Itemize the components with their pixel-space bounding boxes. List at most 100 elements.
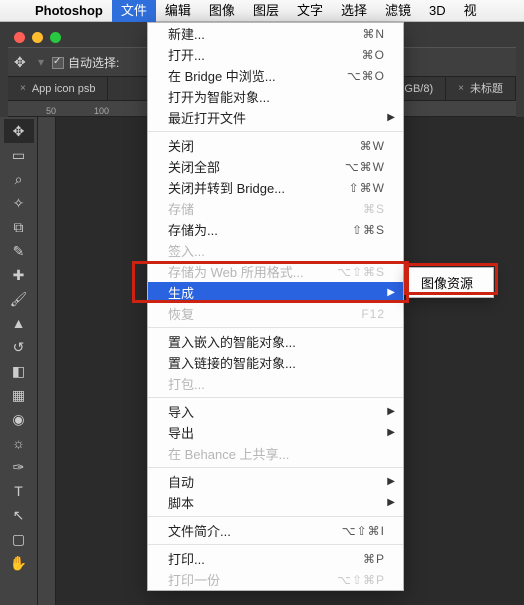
- dodge-tool-icon[interactable]: ☼: [4, 431, 34, 455]
- tab-title: App icon psb: [32, 77, 96, 101]
- path-select-icon[interactable]: ↖: [4, 503, 34, 527]
- menu-item-label: 脚本: [168, 493, 385, 512]
- submenu-arrow-icon: ▶: [387, 476, 395, 487]
- menu-item[interactable]: 关闭并转到 Bridge...⇧⌘W: [148, 177, 403, 198]
- submenu-image-assets[interactable]: 图像资源: [407, 272, 493, 293]
- menu-item: 签入...: [148, 240, 403, 261]
- lasso-tool-icon[interactable]: ⌕: [4, 167, 34, 191]
- eraser-tool-icon[interactable]: ◧: [4, 359, 34, 383]
- menu-shortcut: ⌥⇧⌘I: [342, 524, 385, 538]
- toolbox: ✥ ▭ ⌕ ✧ ⧉ ✎ ✚ 🖌 ▲ ↺ ◧ ▦ ◉ ☼ ✑ T ↖ ▢ ✋: [0, 117, 38, 605]
- submenu-arrow-icon: ▶: [387, 112, 395, 123]
- menu-edit[interactable]: 编辑: [156, 0, 200, 22]
- pen-tool-icon[interactable]: ✑: [4, 455, 34, 479]
- menu-item-label: 存储为 Web 所用格式...: [168, 262, 337, 281]
- menu-layer[interactable]: 图层: [244, 0, 288, 22]
- menu-item-label: 存储: [168, 199, 363, 218]
- menu-item[interactable]: 脚本▶: [148, 492, 403, 513]
- menu-file[interactable]: 文件: [112, 0, 156, 22]
- vertical-ruler: [38, 117, 56, 605]
- menu-item-label: 存储为...: [168, 220, 352, 239]
- menu-shortcut: ⌘W: [360, 139, 385, 153]
- app-menu[interactable]: Photoshop: [26, 0, 112, 22]
- menu-item[interactable]: 置入嵌入的智能对象...: [148, 331, 403, 352]
- menu-item: 存储⌘S: [148, 198, 403, 219]
- close-window-icon[interactable]: [14, 32, 25, 43]
- menu-item-label: 自动: [168, 472, 385, 491]
- hand-tool-icon[interactable]: ✋: [4, 551, 34, 575]
- menu-item[interactable]: 最近打开文件▶: [148, 107, 403, 128]
- brush-tool-icon[interactable]: 🖌: [4, 287, 34, 311]
- menu-view[interactable]: 视: [455, 0, 486, 22]
- menu-item[interactable]: 新建...⌘N: [148, 23, 403, 44]
- submenu-arrow-icon: ▶: [387, 406, 395, 417]
- menu-item[interactable]: 打开...⌘O: [148, 44, 403, 65]
- heal-tool-icon[interactable]: ✚: [4, 263, 34, 287]
- menu-item[interactable]: 生成▶: [148, 282, 403, 303]
- menu-item-label: 打印一份: [168, 570, 337, 589]
- menu-item[interactable]: 在 Bridge 中浏览...⌥⌘O: [148, 65, 403, 86]
- marquee-tool-icon[interactable]: ▭: [4, 143, 34, 167]
- menu-item-label: 新建...: [168, 24, 362, 43]
- menu-filter[interactable]: 滤镜: [376, 0, 420, 22]
- zoom-window-icon[interactable]: [50, 32, 61, 43]
- menu-item-label: 最近打开文件: [168, 108, 385, 127]
- menu-item-label: 打包...: [168, 374, 385, 393]
- menu-item[interactable]: 导入▶: [148, 401, 403, 422]
- auto-select-checkbox[interactable]: 自动选择:: [52, 54, 119, 71]
- menu-item: 在 Behance 上共享...: [148, 443, 403, 464]
- wand-tool-icon[interactable]: ✧: [4, 191, 34, 215]
- menu-item[interactable]: 存储为...⇧⌘S: [148, 219, 403, 240]
- document-tab[interactable]: ×App icon psb: [8, 77, 108, 101]
- menu-item: 打印一份⌥⇧⌘P: [148, 569, 403, 590]
- menu-shortcut: ⌥⌘W: [345, 160, 385, 174]
- menu-item[interactable]: 打开为智能对象...: [148, 86, 403, 107]
- blur-tool-icon[interactable]: ◉: [4, 407, 34, 431]
- type-tool-icon[interactable]: T: [4, 479, 34, 503]
- menu-item[interactable]: 导出▶: [148, 422, 403, 443]
- menu-item-label: 打开...: [168, 45, 362, 64]
- menu-item[interactable]: 关闭全部⌥⌘W: [148, 156, 403, 177]
- close-tab-icon[interactable]: ×: [458, 77, 464, 101]
- menu-item-label: 打开为智能对象...: [168, 87, 385, 106]
- move-tool-icon[interactable]: ✥: [4, 119, 34, 143]
- menu-text[interactable]: 文字: [288, 0, 332, 22]
- shape-tool-icon[interactable]: ▢: [4, 527, 34, 551]
- menu-shortcut: ⇧⌘W: [349, 181, 385, 195]
- document-tab[interactable]: ×未标题: [446, 77, 516, 101]
- menu-shortcut: F12: [361, 307, 385, 321]
- submenu-arrow-icon: ▶: [387, 497, 395, 508]
- menu-item[interactable]: 自动▶: [148, 471, 403, 492]
- menu-item[interactable]: 打印...⌘P: [148, 548, 403, 569]
- move-tool-icon[interactable]: [14, 54, 30, 70]
- file-menu-dropdown: 新建...⌘N打开...⌘O在 Bridge 中浏览...⌥⌘O打开为智能对象.…: [147, 22, 404, 591]
- menu-shortcut: ⌥⇧⌘P: [337, 573, 385, 587]
- menu-item[interactable]: 置入链接的智能对象...: [148, 352, 403, 373]
- close-tab-icon[interactable]: ×: [20, 77, 26, 101]
- eyedropper-tool-icon[interactable]: ✎: [4, 239, 34, 263]
- mac-menubar: Photoshop 文件 编辑 图像 图层 文字 选择 滤镜 3D 视: [0, 0, 524, 22]
- stamp-tool-icon[interactable]: ▲: [4, 311, 34, 335]
- menu-shortcut: ⌥⌘O: [347, 69, 385, 83]
- history-brush-icon[interactable]: ↺: [4, 335, 34, 359]
- minimize-window-icon[interactable]: [32, 32, 43, 43]
- menu-item-label: 关闭并转到 Bridge...: [168, 178, 349, 197]
- menu-item[interactable]: 文件简介...⌥⇧⌘I: [148, 520, 403, 541]
- menu-image[interactable]: 图像: [200, 0, 244, 22]
- auto-select-label: 自动选择:: [68, 56, 119, 70]
- crop-tool-icon[interactable]: ⧉: [4, 215, 34, 239]
- menu-item-label: 关闭: [168, 136, 360, 155]
- menu-item-label: 在 Behance 上共享...: [168, 444, 385, 463]
- menu-item-label: 导出: [168, 423, 385, 442]
- menu-shortcut: ⌘S: [363, 202, 385, 216]
- menu-item-label: 生成: [168, 283, 385, 302]
- gradient-tool-icon[interactable]: ▦: [4, 383, 34, 407]
- menu-select[interactable]: 选择: [332, 0, 376, 22]
- submenu-arrow-icon: ▶: [387, 287, 395, 298]
- menu-3d[interactable]: 3D: [420, 0, 455, 22]
- menu-shortcut: ⌥⇧⌘S: [337, 265, 385, 279]
- menu-shortcut: ⇧⌘S: [352, 223, 385, 237]
- menu-item-label: 恢复: [168, 304, 361, 323]
- menu-item-label: 打印...: [168, 549, 363, 568]
- menu-item[interactable]: 关闭⌘W: [148, 135, 403, 156]
